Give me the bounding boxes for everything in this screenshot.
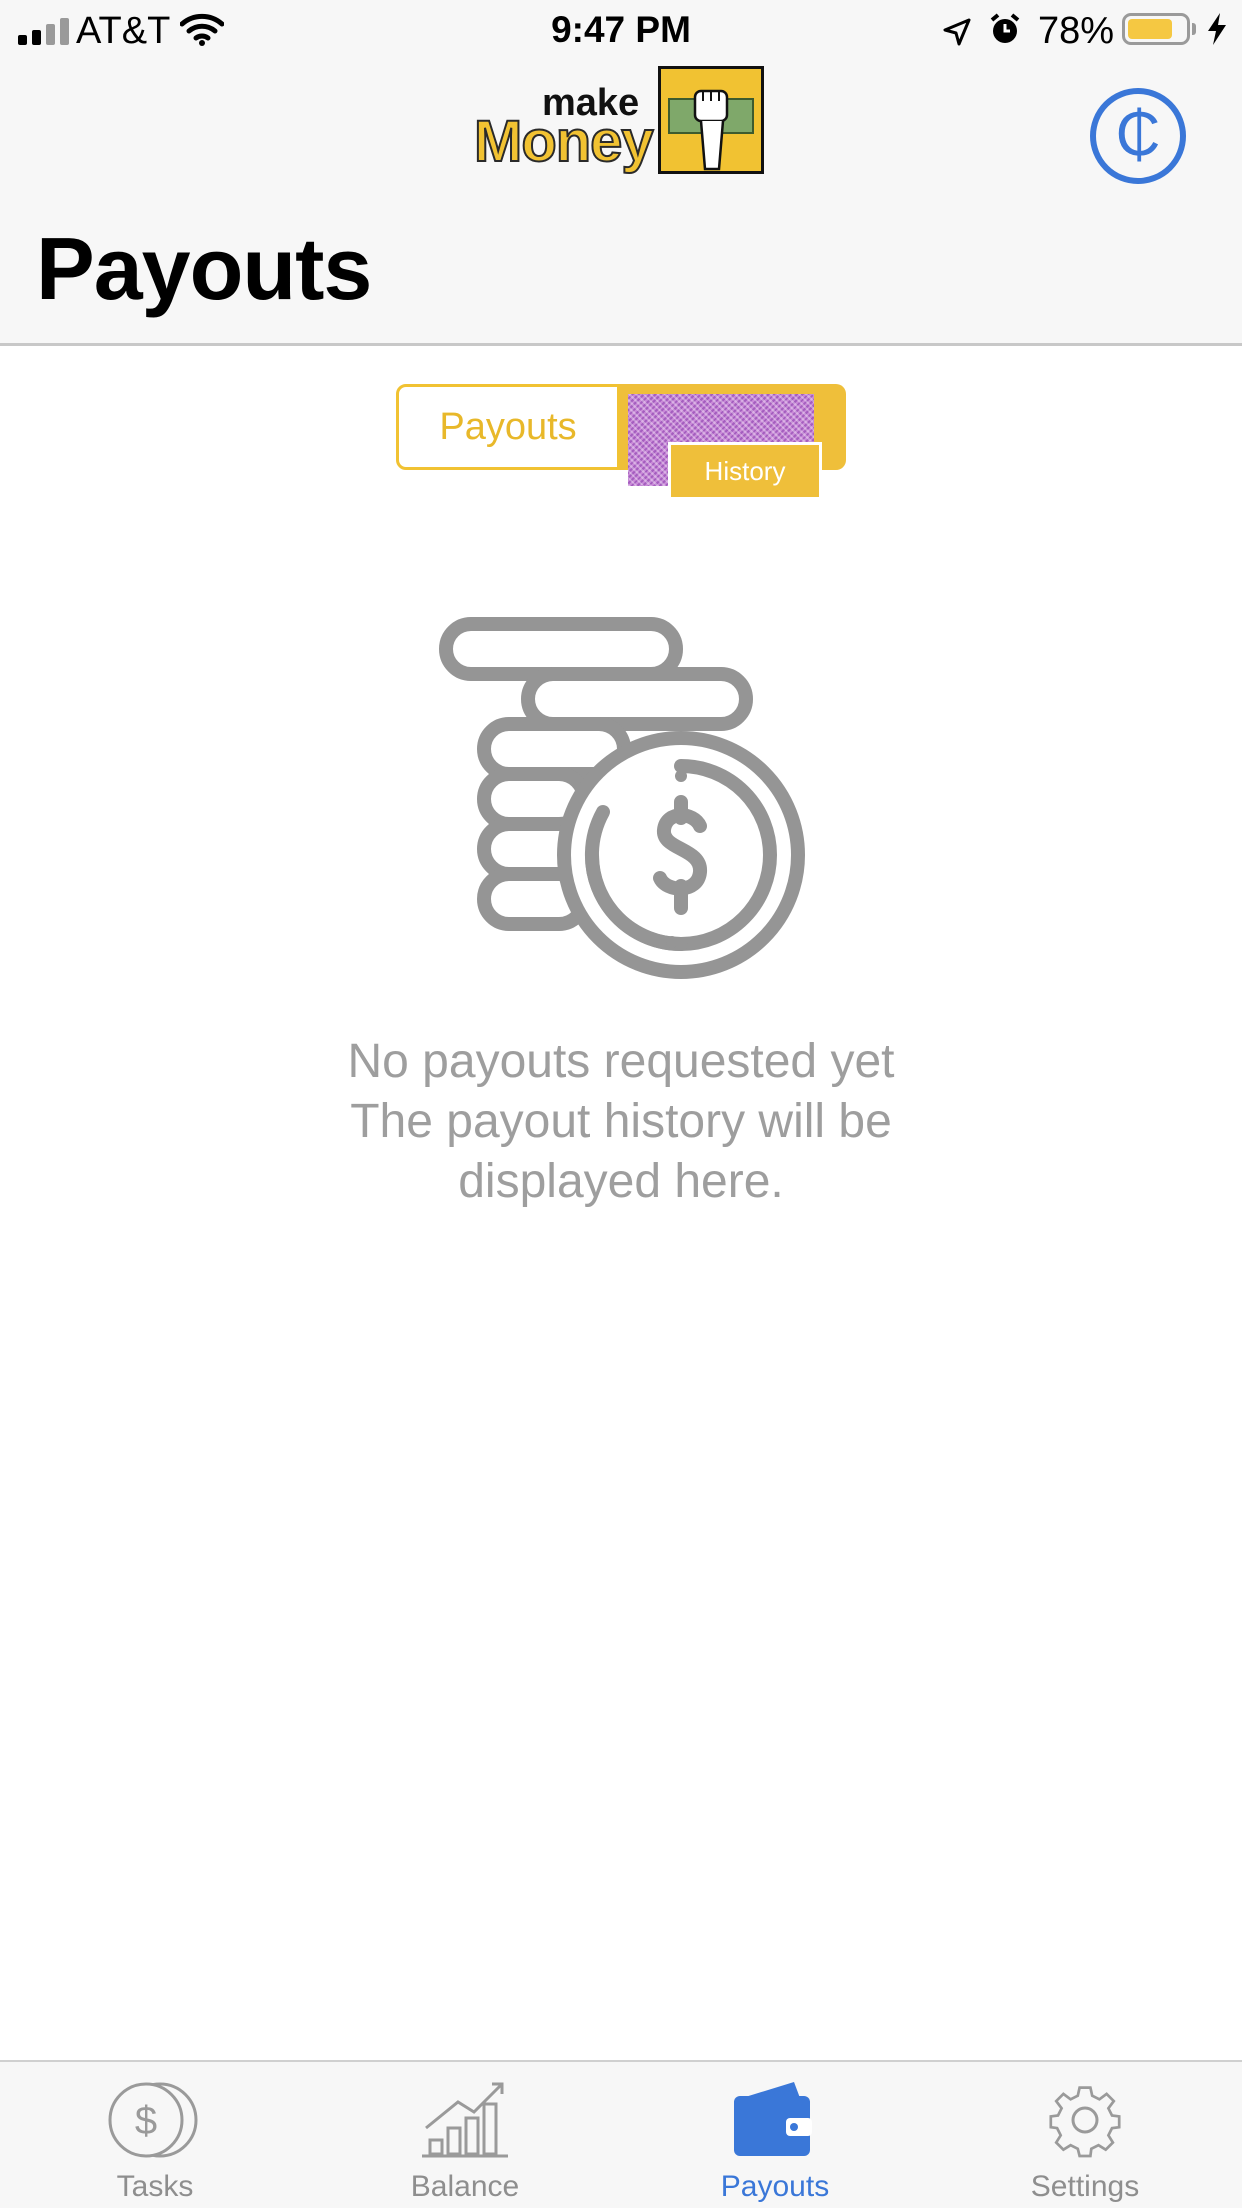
location-arrow-icon [942,14,972,57]
tab-bar: $ Tasks Balance Payouts Settings [0,2060,1242,2208]
tab-settings[interactable]: Settings [930,2062,1240,2210]
empty-state-message: No payouts requested yet The payout hist… [0,1032,1242,1212]
coins-stack-icon [438,616,808,986]
segment-payouts[interactable]: Payouts [396,384,620,470]
tab-label-payouts: Payouts [720,2170,830,2203]
fist-money-icon [658,66,764,174]
battery-percent: 78% [1038,10,1115,52]
status-bar: AT&T 9:47 PM 78% [0,0,1242,60]
page-title: Payouts [36,219,372,318]
empty-state-line-3: displayed here. [458,1155,784,1208]
tab-payouts[interactable]: Payouts [620,2062,930,2210]
cedi-icon[interactable]: ₵ [1090,88,1186,184]
coins-icon: $ [108,2082,198,2158]
segmented-control: Payouts History [396,384,846,500]
tab-label-balance: Balance [410,2170,520,2203]
navigation-bar: make Money ₵ Payouts [0,60,1242,346]
alarm-icon [988,12,1022,56]
empty-state-line-1: No payouts requested yet [347,1035,895,1088]
svg-text:$: $ [135,2099,157,2143]
wallet-icon [734,2082,812,2156]
gear-icon [1049,2086,1121,2158]
segment-history[interactable]: History [668,442,822,500]
empty-state-line-2: The payout history will be [350,1095,892,1148]
tab-label-settings: Settings [1030,2170,1140,2203]
tab-balance[interactable]: Balance [310,2062,620,2210]
tab-tasks[interactable]: $ Tasks [0,2062,310,2210]
bar-chart-icon [422,2082,508,2158]
logo-money-text: Money [473,108,655,175]
battery-icon [1122,13,1190,45]
charging-bolt-icon [1206,12,1228,56]
app-logo: make Money [473,66,764,178]
tab-label-tasks: Tasks [116,2170,194,2203]
